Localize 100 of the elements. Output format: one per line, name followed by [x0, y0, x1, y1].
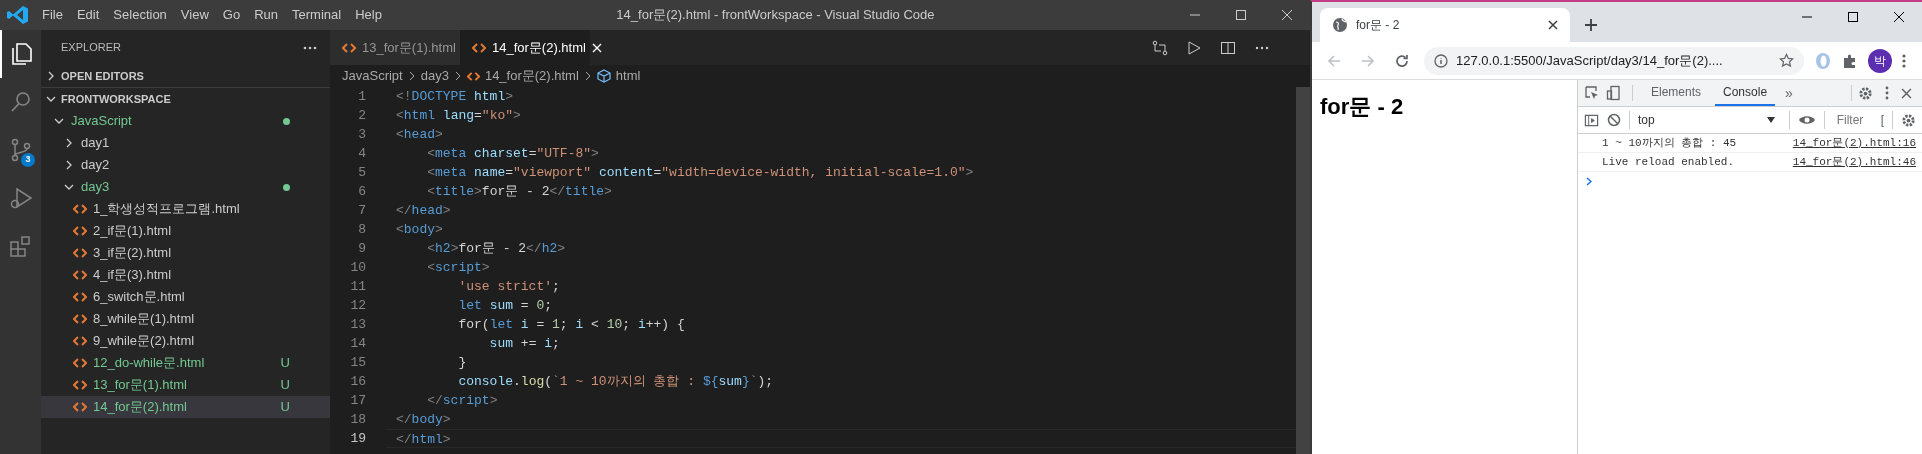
breadcrumb-item[interactable]: html	[596, 66, 641, 86]
code-line: </html>	[386, 429, 1296, 448]
menu-item[interactable]: Selection	[106, 0, 174, 30]
breadcrumb-item[interactable]: JavaScript	[342, 66, 403, 86]
puzzle-icon[interactable]	[1842, 52, 1858, 69]
editor-tab[interactable]: 13_for문(1).html	[330, 30, 460, 65]
code-line: <head>	[395, 126, 444, 144]
html-file-icon	[73, 312, 87, 326]
prompt-chevron-icon[interactable]	[1586, 177, 1592, 186]
settings-icon[interactable]	[1901, 112, 1916, 128]
tree-item[interactable]: 13_for문(1).html U	[41, 374, 330, 396]
arrow-right-icon	[1360, 52, 1376, 69]
sidebar-toggle-icon[interactable]	[1584, 112, 1599, 128]
code-line: </script>	[426, 392, 499, 410]
clear-console-icon[interactable]	[1607, 113, 1621, 127]
breadcrumb-item[interactable]: day3	[420, 66, 449, 86]
tree-item[interactable]: 14_for문(2).html U	[41, 396, 330, 418]
activity-bar-item[interactable]: 3	[0, 126, 41, 174]
new-tab-icon[interactable]	[1584, 18, 1598, 32]
settings-icon[interactable]	[1858, 85, 1873, 101]
maximize-icon	[1848, 12, 1858, 22]
tree-item[interactable]: 12_do-while문.html U	[41, 352, 330, 374]
menu-item[interactable]: Help	[348, 0, 389, 30]
browser-tab[interactable]: for문 - 2	[1320, 8, 1570, 42]
line-number: 5	[357, 163, 367, 182]
tree-item[interactable]: 1_학생성적프로그램.html	[41, 198, 330, 220]
section-header[interactable]: OPEN EDITORS	[41, 65, 330, 88]
source-link[interactable]: 14_for문(2).html:16	[1792, 134, 1916, 152]
folder-item[interactable]: day2	[41, 154, 330, 176]
scrollbar[interactable]	[1296, 87, 1310, 454]
maximize-icon	[1236, 10, 1246, 20]
globe-icon	[1332, 17, 1348, 33]
line-number: 12	[349, 296, 367, 315]
menu-item[interactable]: Go	[215, 0, 248, 30]
tree-item[interactable]: 8_while문(1).html	[41, 308, 330, 330]
line-number: 2	[357, 106, 367, 125]
more-vertical-icon[interactable]	[1885, 86, 1889, 100]
more-vertical-icon[interactable]	[1902, 52, 1906, 69]
line-number: 4	[357, 144, 367, 163]
code-line: <title>for문 - 2</title>	[426, 183, 613, 201]
folder-item[interactable]: day3	[41, 176, 330, 198]
line-number: 9	[357, 239, 367, 258]
star-icon[interactable]	[1779, 53, 1794, 68]
address-bar[interactable]: 127.0.0.1:5500/JavaScript/day3/14_for문(2)....	[1424, 46, 1804, 75]
devtools-tab[interactable]: Elements	[1643, 80, 1710, 106]
git-status: U	[280, 398, 290, 417]
code-line: for(let i = 1; i < 10; i++) {	[457, 316, 686, 334]
line-number: 11	[349, 277, 367, 296]
breadcrumb-item[interactable]: 14_for문(2).html	[466, 66, 579, 86]
split-editor-icon[interactable]	[1220, 39, 1236, 56]
page-heading: for문 - 2	[1320, 93, 1404, 121]
menu-item[interactable]: File	[35, 0, 70, 30]
window-title: 14_for문(2).html - frontWorkspace - Visual Studio Code	[615, 6, 936, 25]
html-file-icon	[73, 224, 87, 238]
devtools-tab[interactable]: Console	[1715, 80, 1776, 106]
console-message: 1 ~ 10까지의 총합 : 45	[1602, 135, 1738, 151]
code-line: 'use strict';	[457, 278, 561, 296]
count-badge: 3	[21, 153, 35, 167]
tree-item[interactable]: 3_if문(2).html	[41, 242, 330, 264]
line-number: 13	[349, 315, 367, 334]
menu-item[interactable]: Edit	[69, 0, 107, 30]
menu-item[interactable]: View	[173, 0, 216, 30]
folder-item[interactable]: JavaScript	[41, 110, 330, 132]
html-file-icon	[73, 378, 87, 392]
line-number: 10	[349, 258, 367, 277]
html-file-icon	[73, 202, 87, 216]
eye-icon[interactable]	[1797, 114, 1816, 126]
line-number: 18	[349, 410, 367, 429]
tree-item[interactable]: 9_while문(2).html	[41, 330, 330, 352]
device-toolbar-icon[interactable]	[1606, 85, 1622, 101]
more-tabs-button[interactable]: »	[1781, 80, 1797, 106]
menu-item[interactable]: Run	[247, 0, 285, 30]
section-header[interactable]: FRONTWORKSPACE	[41, 88, 330, 110]
menu-item[interactable]: Terminal	[285, 0, 349, 30]
source-link[interactable]: 14_for문(2).html:46	[1792, 153, 1916, 171]
close-icon[interactable]	[1548, 20, 1558, 30]
tree-item[interactable]: 2_if문(1).html	[41, 220, 330, 242]
cube-icon	[596, 69, 611, 83]
profile-avatar[interactable]: 박	[1868, 48, 1892, 73]
line-number: 19	[349, 429, 367, 448]
run-icon[interactable]	[1186, 39, 1202, 56]
git-status: U	[280, 376, 290, 395]
arrow-left-icon	[1326, 52, 1342, 69]
html-file-icon	[73, 290, 87, 304]
line-number: 3	[357, 125, 367, 144]
compare-changes-icon[interactable]	[1152, 39, 1168, 56]
info-icon	[1434, 53, 1448, 68]
levels-label: [	[1880, 112, 1884, 129]
folder-item[interactable]: day1	[41, 132, 330, 154]
reload-icon	[1394, 52, 1410, 69]
html-file-icon	[73, 334, 87, 348]
close-icon	[1282, 10, 1292, 20]
code-line: <meta name="viewport" content="width=device-width, initial-scale=1.0">	[426, 164, 975, 182]
html-file-icon	[73, 356, 87, 370]
context-select[interactable]: top	[1638, 111, 1781, 129]
tree-item[interactable]: 4_if문(3).html	[41, 264, 330, 286]
tree-item[interactable]: 6_switch문.html	[41, 286, 330, 308]
git-status: U	[280, 354, 290, 373]
inspect-icon[interactable]	[1584, 85, 1600, 101]
code-line: console.log(`1 ~ 10까지의 총합 : ${sum}`);	[457, 373, 775, 391]
